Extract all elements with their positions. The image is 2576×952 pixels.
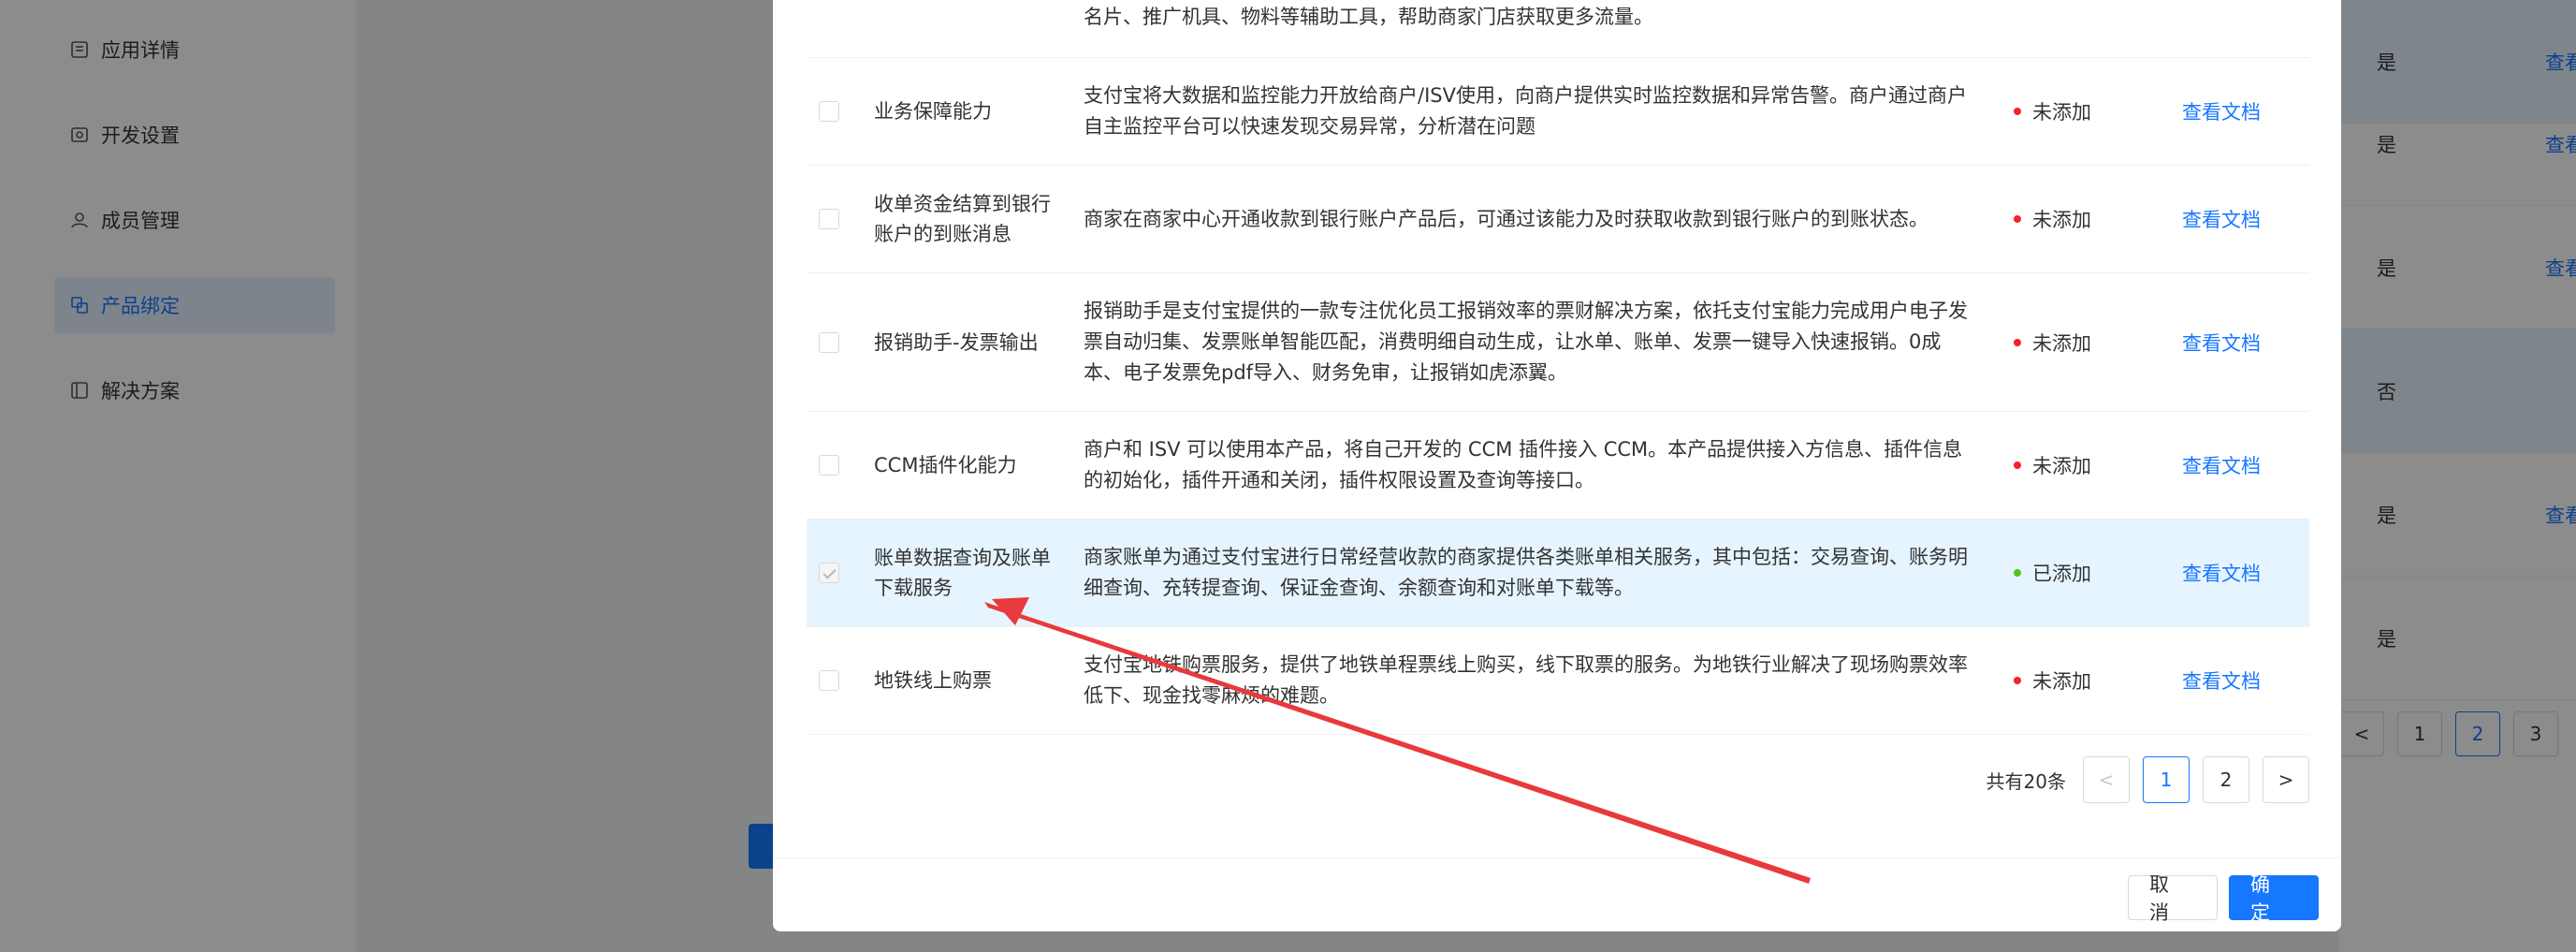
status-text: 未添加 [2032,670,2091,693]
product-bind-modal: 名片、推广机具、物料等辅助工具，帮助商家门店获取更多流量。 业务保障能力 支付宝… [773,0,2341,931]
status-text: 未添加 [2032,455,2091,477]
product-description: 商家在商家中心开通收款到银行账户产品后，可通过该能力及时获取收款到银行账户的到账… [1084,207,1928,230]
product-description: 报销助手是支付宝提供的一款专注优化员工报销效率的票财解决方案，依托支付宝能力完成… [1084,300,1968,384]
status-text: 未添加 [2032,331,2091,355]
product-name: 报销助手-发票输出 [874,330,1039,354]
pagination-total: 共有20条 [1986,769,2066,793]
product-name: 收单资金结算到银行账户的到账消息 [874,193,1051,245]
status-dot-icon [2014,215,2021,223]
status-badge: 未添加 [2014,273,2163,411]
view-docs-link[interactable]: 查看文档 [2182,520,2294,626]
row-checkbox[interactable] [819,455,839,476]
product-description: 支付宝地铁购票服务，提供了地铁单程票线上购买，线下取票的服务。为地铁行业解决了现… [1084,653,1968,707]
prev-page-button[interactable]: < [2083,756,2130,803]
table-row: 报销助手-发票输出 报销助手是支付宝提供的一款专注优化员工报销效率的票财解决方案… [807,273,2309,412]
product-description: 商户和 ISV 可以使用本产品，将自己开发的 CCM 插件接入 CCM。本产品提… [1084,438,1963,491]
table-row: 收单资金结算到银行账户的到账消息 商家在商家中心开通收款到银行账户产品后，可通过… [807,166,2309,273]
product-name: 地铁线上购票 [874,669,992,692]
status-dot-icon [2014,569,2021,577]
modal-footer: 取 消 确 定 [773,857,2341,931]
table-row: CCM插件化能力 商户和 ISV 可以使用本产品，将自己开发的 CCM 插件接入… [807,412,2309,520]
table-row-selected: 账单数据查询及账单下载服务 商家账单为通过支付宝进行日常经营收款的商家提供各类账… [807,520,2309,627]
view-docs-link[interactable]: 查看文档 [2182,627,2294,734]
table-row: 地铁线上购票 支付宝地铁购票服务，提供了地铁单程票线上购买，线下取票的服务。为地… [807,627,2309,735]
product-description: 商家账单为通过支付宝进行日常经营收款的商家提供各类账单相关服务，其中包括：交易查… [1084,546,1968,599]
cancel-button[interactable]: 取 消 [2128,873,2218,924]
page: 应用详情 开发设置 成员管理 产品绑定 解决方案 是 查看 是 查看 是 查看 … [0,0,2576,952]
row-checkbox[interactable] [819,670,839,691]
status-text: 未添加 [2032,101,2091,124]
confirm-button[interactable]: 确 定 [2229,873,2319,924]
status-text: 未添加 [2032,209,2091,231]
status-text: 已添加 [2032,563,2091,585]
next-page-button[interactable]: > [2263,756,2309,803]
status-dot-icon [2014,461,2021,469]
page-2-button[interactable]: 2 [2203,756,2249,803]
status-badge: 未添加 [2014,412,2163,519]
row-checkbox-checked[interactable] [819,563,839,583]
table-row: 业务保障能力 支付宝将大数据和监控能力开放给商户/ISV使用，向商户提供实时监控… [807,58,2309,166]
view-docs-link[interactable]: 查看文档 [2182,58,2294,165]
pagination: 共有20条 < 1 2 > [1987,756,2309,803]
status-dot-icon [2014,108,2021,115]
view-docs-link[interactable]: 查看文档 [2182,273,2294,411]
row-checkbox[interactable] [819,331,839,353]
status-badge: 未添加 [2014,166,2163,272]
status-dot-icon [2014,677,2021,684]
product-name: 业务保障能力 [874,100,992,123]
view-docs-link[interactable]: 查看文档 [2182,412,2294,519]
view-docs-link[interactable]: 查看文档 [2182,166,2294,272]
status-dot-icon [2014,338,2021,346]
table-row: 名片、推广机具、物料等辅助工具，帮助商家门店获取更多流量。 [807,0,2309,58]
status-badge: 未添加 [2014,627,2163,734]
product-name: 账单数据查询及账单下载服务 [874,547,1051,599]
product-name: CCM插件化能力 [874,454,1017,476]
product-description: 支付宝将大数据和监控能力开放给商户/ISV使用，向商户提供实时监控数据和异常告警… [1084,84,1967,138]
row-checkbox[interactable] [819,209,839,229]
product-description: 名片、推广机具、物料等辅助工具，帮助商家门店获取更多流量。 [1084,6,1653,28]
status-badge: 未添加 [2014,58,2163,165]
status-badge: 已添加 [2014,520,2163,626]
row-checkbox[interactable] [819,101,839,122]
page-1-button[interactable]: 1 [2143,756,2190,803]
